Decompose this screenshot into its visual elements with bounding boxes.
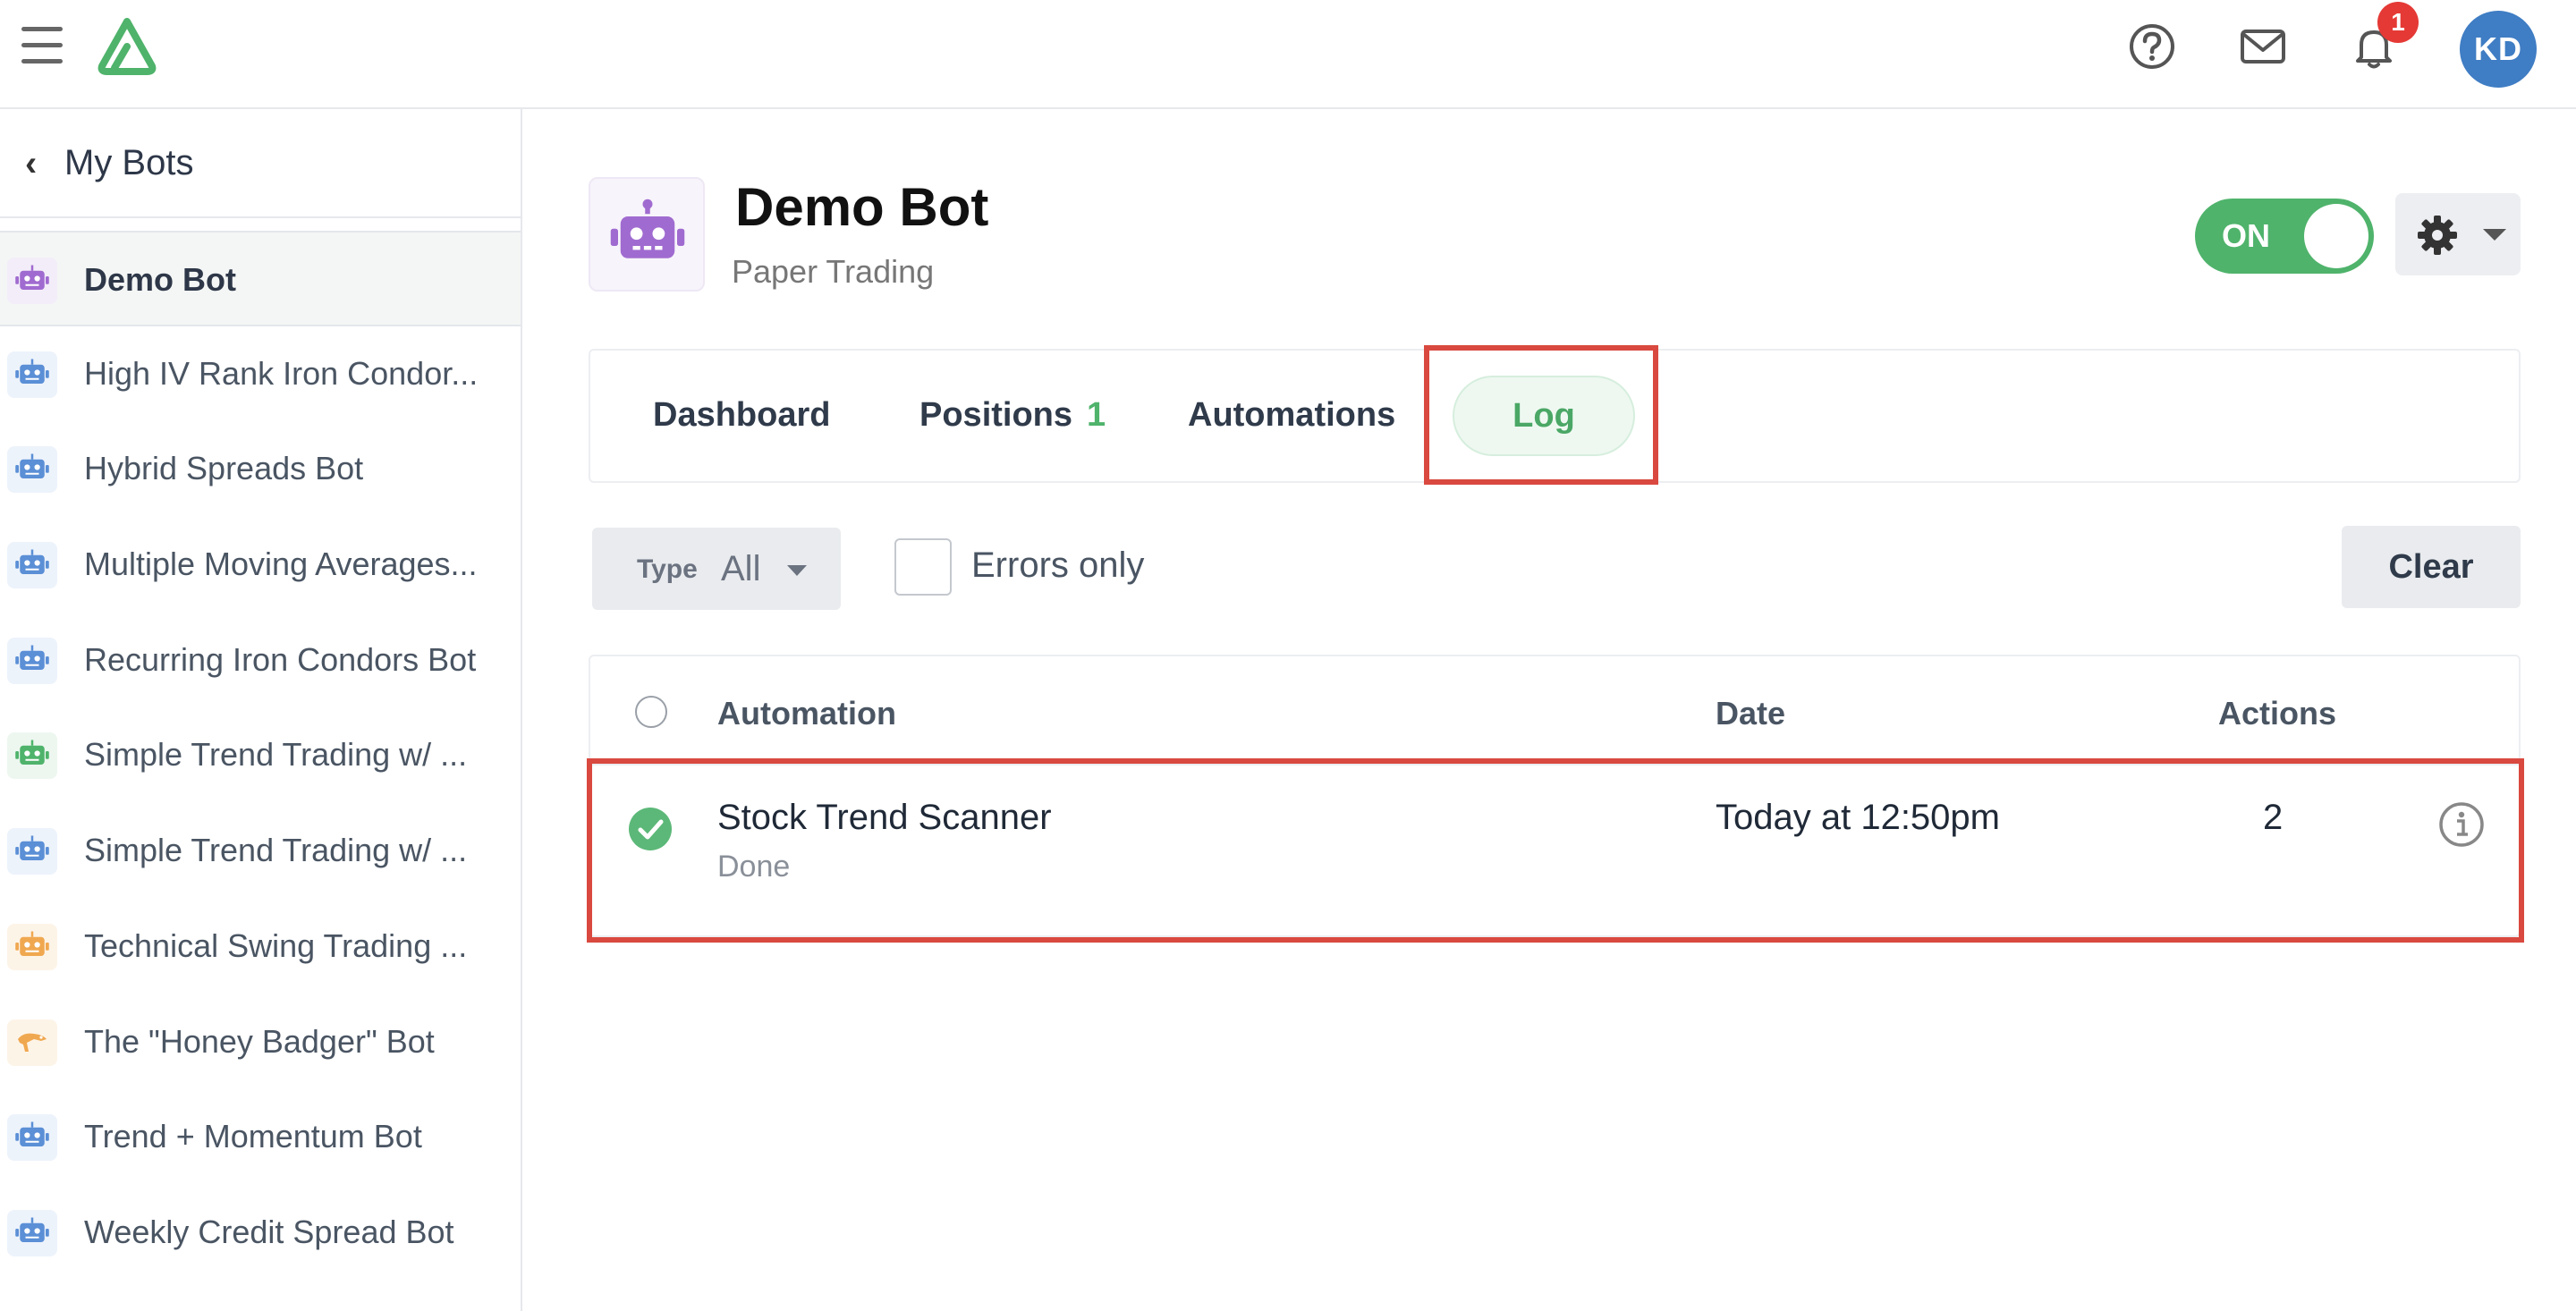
sidebar-item-bot[interactable]: The "Honey Badger" Bot bbox=[0, 994, 521, 1090]
sidebar-item-label: Simple Trend Trading w/ ... bbox=[84, 832, 468, 869]
log-tab-highlight bbox=[1424, 345, 1658, 485]
bot-avatar-icon bbox=[589, 177, 705, 292]
type-filter-value: All bbox=[721, 549, 761, 588]
robot-icon bbox=[7, 1209, 57, 1256]
sidebar-item-label: Recurring Iron Condors Bot bbox=[84, 640, 477, 678]
chevron-left-icon: ‹ bbox=[25, 144, 38, 183]
column-header-actions[interactable]: Actions bbox=[2218, 689, 2336, 739]
sidebar-item-label: Demo Bot bbox=[84, 261, 236, 298]
back-to-my-bots[interactable]: ‹ My Bots bbox=[0, 109, 521, 218]
type-filter-dropdown[interactable]: Type All bbox=[592, 528, 841, 610]
user-avatar[interactable]: KD bbox=[2460, 11, 2537, 88]
sidebar-item-bot[interactable]: High IV Rank Iron Condor... bbox=[0, 326, 521, 422]
page-subtitle: Paper Trading bbox=[732, 253, 935, 290]
sidebar-item-label: Weekly Credit Spread Bot bbox=[84, 1213, 454, 1250]
brand-logo[interactable] bbox=[93, 16, 161, 77]
column-header-automation[interactable]: Automation bbox=[717, 689, 896, 739]
sidebar-item-label: Multiple Moving Averages... bbox=[84, 546, 478, 583]
hamburger-menu-icon[interactable] bbox=[21, 27, 64, 64]
sidebar-item-bot[interactable]: Technical Swing Trading ... bbox=[0, 899, 521, 994]
notification-badge: 1 bbox=[2377, 2, 2419, 43]
robot-icon bbox=[7, 828, 57, 875]
tab-automations[interactable]: Automations bbox=[1188, 388, 1395, 442]
select-all-radio[interactable] bbox=[635, 696, 667, 728]
sidebar-item-bot[interactable]: Simple Trend Trading w/ ... bbox=[0, 707, 521, 803]
sidebar-item-bot[interactable]: Trend + Momentum Bot bbox=[0, 1089, 521, 1185]
page-title: Demo Bot bbox=[735, 177, 989, 237]
robot-icon bbox=[7, 732, 57, 780]
help-icon[interactable] bbox=[2127, 21, 2177, 72]
sidebar-item-bot[interactable]: Simple Trend Trading w/ ... bbox=[0, 803, 521, 899]
sidebar-item-bot[interactable]: Recurring Iron Condors Bot bbox=[0, 613, 521, 708]
bot-on-toggle[interactable]: ON bbox=[2195, 199, 2374, 274]
gear-icon bbox=[2418, 216, 2457, 255]
mail-icon[interactable] bbox=[2238, 21, 2288, 72]
log-row-highlight bbox=[587, 758, 2524, 943]
bot-list: Demo Bot High IV Rank Iron Condor... Hybri… bbox=[0, 231, 521, 1281]
chevron-down-icon bbox=[2483, 229, 2506, 241]
sidebar: ‹ My Bots Demo Bot High IV Rank Iron Cond… bbox=[0, 109, 522, 1311]
clear-button[interactable]: Clear bbox=[2342, 526, 2521, 608]
robot-icon bbox=[7, 1114, 57, 1162]
robot-icon bbox=[7, 637, 57, 684]
robot-icon bbox=[7, 258, 57, 304]
settings-dropdown-button[interactable] bbox=[2395, 193, 2521, 275]
tab-dashboard[interactable]: Dashboard bbox=[653, 388, 830, 442]
sidebar-item-label: High IV Rank Iron Condor... bbox=[84, 354, 479, 392]
sidebar-item-bot[interactable]: Multiple Moving Averages... bbox=[0, 517, 521, 613]
robot-icon bbox=[7, 542, 57, 589]
sidebar-item-label: Simple Trend Trading w/ ... bbox=[84, 736, 468, 774]
back-label: My Bots bbox=[64, 143, 194, 182]
caret-down-icon bbox=[787, 565, 807, 576]
sidebar-item-bot[interactable]: Hybrid Spreads Bot bbox=[0, 421, 521, 517]
sidebar-item-label: The "Honey Badger" Bot bbox=[84, 1022, 435, 1060]
sidebar-item-bot[interactable]: Weekly Credit Spread Bot bbox=[0, 1185, 521, 1281]
robot-icon bbox=[7, 351, 57, 398]
toggle-knob bbox=[2304, 204, 2368, 268]
robot-icon bbox=[7, 923, 57, 970]
tab-positions[interactable]: Positions 1 bbox=[919, 388, 1106, 442]
errors-only-checkbox[interactable] bbox=[894, 538, 952, 596]
column-header-date[interactable]: Date bbox=[1716, 689, 1785, 739]
type-filter-label: Type bbox=[637, 554, 698, 584]
badger-icon bbox=[7, 1019, 57, 1066]
sidebar-item-label: Trend + Momentum Bot bbox=[84, 1118, 422, 1155]
top-bar: 1 KD bbox=[0, 0, 2576, 109]
toggle-label: ON bbox=[2222, 217, 2270, 254]
positions-count-badge: 1 bbox=[1087, 396, 1106, 434]
robot-icon bbox=[7, 446, 57, 494]
errors-only-label[interactable]: Errors only bbox=[971, 540, 1144, 590]
sidebar-item-label: Technical Swing Trading ... bbox=[84, 926, 468, 964]
sidebar-item-bot[interactable]: Demo Bot bbox=[0, 231, 521, 326]
sidebar-item-label: Hybrid Spreads Bot bbox=[84, 450, 364, 487]
tab-positions-label: Positions bbox=[919, 396, 1073, 434]
